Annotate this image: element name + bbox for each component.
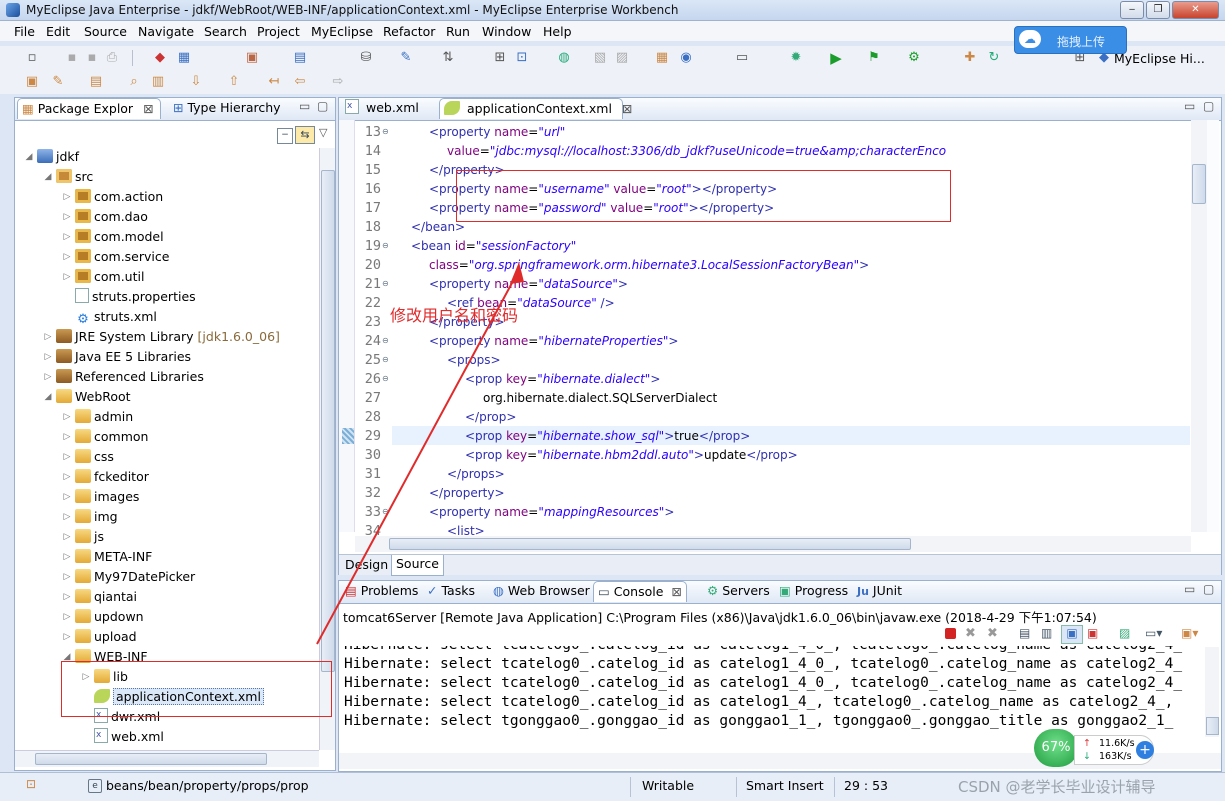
annotation-arrow (316, 262, 524, 645)
